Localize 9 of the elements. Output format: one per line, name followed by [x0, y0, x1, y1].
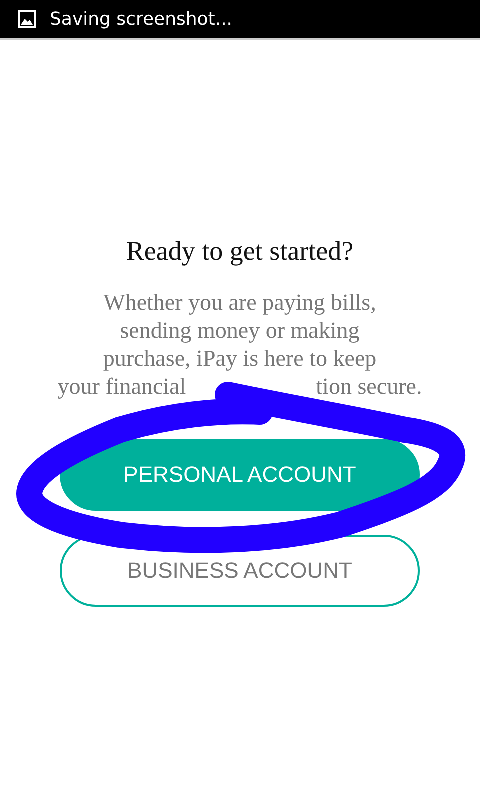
- account-button[interactable]: PERSONAL ACCOUNT: [60, 439, 420, 511]
- description-line: tion secure.: [316, 373, 422, 401]
- description-line: Whether you are paying bills,: [104, 289, 376, 317]
- description-line: your financial: [58, 373, 186, 401]
- description-line: purchase, iPay is here to keep: [103, 345, 377, 373]
- description-line: sending money or making: [120, 317, 360, 345]
- heading: Ready to get started?: [126, 236, 354, 267]
- image-icon: [18, 10, 36, 28]
- status-text: Saving screenshot...: [50, 8, 233, 30]
